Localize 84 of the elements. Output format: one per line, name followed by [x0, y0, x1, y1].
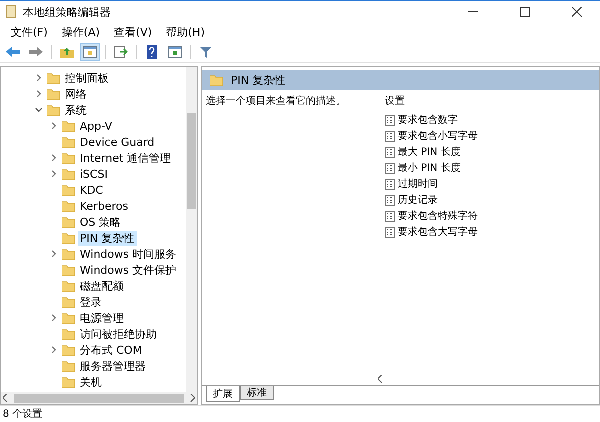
- folder-icon: [62, 376, 75, 388]
- policy-setting-icon: [385, 178, 395, 190]
- folder-icon: [62, 216, 75, 228]
- folder-icon: [47, 72, 60, 84]
- tree-item[interactable]: Kerberos: [78, 198, 130, 214]
- detail-title: PIN 复杂性: [231, 72, 286, 88]
- view-tab[interactable]: 扩展: [206, 386, 240, 402]
- setting-item[interactable]: 要求包含小写字母: [398, 129, 478, 143]
- horizontal-scrollbar[interactable]: [1, 392, 197, 404]
- setting-item[interactable]: 要求包含特殊字符: [398, 209, 478, 223]
- folder-icon: [62, 136, 75, 148]
- menu-item[interactable]: 文件(F): [4, 23, 55, 42]
- folder-icon: [62, 184, 75, 196]
- tree-item[interactable]: KDC: [78, 182, 106, 198]
- setting-item[interactable]: 历史记录: [398, 193, 438, 207]
- app-icon: [6, 5, 17, 19]
- setting-item[interactable]: 最小 PIN 长度: [398, 161, 461, 175]
- tree-item[interactable]: iSCSI: [78, 166, 110, 182]
- tree-item[interactable]: Device Guard: [78, 134, 157, 150]
- menu-item[interactable]: 操作(A): [54, 23, 108, 42]
- show-tree-button[interactable]: [80, 43, 100, 61]
- maximize-icon: [520, 7, 530, 17]
- folder-icon: [62, 296, 75, 308]
- tree-item[interactable]: Windows 文件保护: [78, 262, 179, 278]
- menu-item[interactable]: 帮助(H): [159, 23, 212, 42]
- policy-setting-icon: [385, 226, 395, 238]
- close-icon: [572, 7, 582, 17]
- chevron-right-icon[interactable]: [50, 314, 58, 322]
- setting-item[interactable]: 过期时间: [398, 177, 438, 191]
- column-heading: 设置: [385, 94, 406, 108]
- policy-setting-icon: [385, 162, 395, 174]
- folder-icon: [62, 328, 75, 340]
- tree-item[interactable]: 登录: [78, 294, 104, 310]
- vertical-scrollbar[interactable]: [186, 67, 197, 392]
- folder-icon: [47, 88, 60, 100]
- folder-icon: [62, 120, 75, 132]
- export-list-button[interactable]: [111, 43, 131, 61]
- tree-item[interactable]: 访问被拒绝协助: [78, 326, 159, 342]
- folder-icon: [62, 360, 75, 372]
- folder-icon: [62, 280, 75, 292]
- menu-item[interactable]: 查看(V): [107, 23, 160, 42]
- policy-setting-icon: [385, 210, 395, 222]
- chevron-right-icon[interactable]: [50, 250, 58, 258]
- folder-icon: [62, 248, 75, 260]
- folder-icon: [62, 232, 75, 244]
- status-text: 8 个设置: [3, 408, 43, 421]
- scroll-left-icon[interactable]: [3, 394, 8, 402]
- folder-icon: [47, 104, 60, 116]
- tree-item[interactable]: 电源管理: [78, 310, 126, 326]
- policy-setting-icon: [385, 194, 395, 206]
- view-tab[interactable]: 标准: [240, 386, 274, 400]
- setting-item[interactable]: 要求包含数字: [398, 113, 458, 127]
- tree-item[interactable]: 分布式 COM: [78, 342, 144, 358]
- tree-item[interactable]: App-V: [78, 118, 114, 134]
- tree-item[interactable]: 关机: [78, 374, 104, 390]
- folder-icon: [62, 200, 75, 212]
- folder-icon: [62, 168, 75, 180]
- scroll-right-icon[interactable]: [190, 394, 195, 402]
- setting-item[interactable]: 最大 PIN 长度: [398, 145, 461, 159]
- folder-icon: [62, 264, 75, 276]
- tree-item[interactable]: Windows 时间服务: [78, 246, 179, 262]
- tree-item[interactable]: 服务器管理器: [78, 358, 148, 374]
- chevron-right-icon[interactable]: [50, 122, 58, 130]
- scroll-left-icon[interactable]: [378, 375, 383, 383]
- folder-icon: [62, 152, 75, 164]
- folder-icon: [210, 74, 223, 86]
- description-text: 选择一个项目来查看它的描述。: [206, 96, 346, 107]
- properties-button[interactable]: [165, 43, 185, 61]
- tree-item[interactable]: Internet 通信管理: [78, 150, 174, 166]
- tree-item[interactable]: 网络: [63, 86, 89, 102]
- folder-icon: [62, 312, 75, 324]
- tree-item[interactable]: 磁盘配额: [78, 278, 126, 294]
- window-title: 本地组策略编辑器: [23, 4, 112, 20]
- chevron-down-icon[interactable]: [35, 106, 43, 114]
- folder-icon: [62, 344, 75, 356]
- policy-setting-icon: [385, 114, 395, 126]
- tree-item[interactable]: 系统: [63, 102, 89, 118]
- setting-item[interactable]: 要求包含大写字母: [398, 225, 478, 239]
- tree-item[interactable]: PIN 复杂性: [78, 230, 137, 246]
- tree-item[interactable]: 控制面板: [63, 70, 111, 86]
- tree-item[interactable]: OS 策略: [78, 214, 124, 230]
- policy-setting-icon: [385, 146, 395, 158]
- chevron-right-icon[interactable]: [50, 346, 58, 354]
- policy-setting-icon: [385, 130, 395, 142]
